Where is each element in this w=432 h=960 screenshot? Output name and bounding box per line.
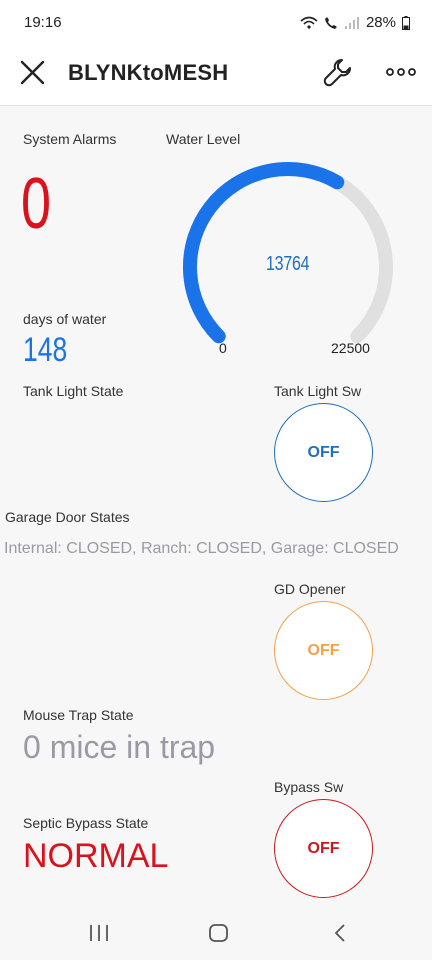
mouse-trap-state-label: Mouse Trap State bbox=[23, 707, 134, 723]
home-icon bbox=[209, 924, 228, 942]
gd-opener-label: GD Opener bbox=[274, 581, 346, 597]
garage-door-states-label: Garage Door States bbox=[5, 509, 130, 525]
mouse-trap-state-value: 0 mice in trap bbox=[23, 729, 216, 765]
more-options-button[interactable] bbox=[384, 60, 418, 84]
gauge-min-label: 0 bbox=[219, 340, 227, 356]
wrench-icon bbox=[323, 59, 351, 87]
gd-opener-button[interactable]: OFF bbox=[274, 601, 373, 700]
status-bar: 19:16 28% bbox=[0, 0, 432, 48]
recent-apps-icon bbox=[90, 925, 108, 941]
system-alarms-label: System Alarms bbox=[23, 131, 117, 147]
call-icon bbox=[324, 16, 338, 30]
dashboard: System Alarms 0 Water Level 13764 0 2250… bbox=[0, 107, 432, 905]
bypass-switch-label: Bypass Sw bbox=[274, 779, 344, 795]
water-level-label: Water Level bbox=[166, 131, 241, 147]
days-of-water-value: 148 bbox=[23, 331, 68, 369]
wifi-icon bbox=[300, 16, 318, 30]
gauge-max-label: 22500 bbox=[331, 340, 370, 356]
septic-bypass-state-label: Septic Bypass State bbox=[23, 815, 149, 831]
gauge-fill bbox=[183, 162, 345, 344]
tank-light-switch-button[interactable]: OFF bbox=[274, 403, 373, 502]
septic-bypass-state-value: NORMAL bbox=[23, 837, 169, 875]
status-time: 19:16 bbox=[24, 14, 62, 31]
battery-text: 28% bbox=[365, 14, 396, 31]
system-alarms-value: 0 bbox=[21, 164, 52, 244]
garage-door-states-value: Internal: CLOSED, Ranch: CLOSED, Garage:… bbox=[4, 540, 399, 557]
settings-button[interactable] bbox=[322, 56, 354, 88]
page-title: BLYNKtoMESH bbox=[68, 60, 229, 85]
navigation-bar bbox=[0, 905, 432, 960]
bypass-switch-button[interactable]: OFF bbox=[274, 799, 373, 898]
close-button[interactable] bbox=[18, 58, 48, 88]
app-bar: BLYNKtoMESH bbox=[0, 48, 432, 106]
close-icon bbox=[20, 60, 45, 85]
more-icon bbox=[386, 68, 416, 76]
tank-light-state-label: Tank Light State bbox=[23, 383, 124, 399]
back-icon bbox=[334, 924, 345, 942]
home-button[interactable] bbox=[206, 921, 232, 945]
tank-light-switch-label: Tank Light Sw bbox=[274, 383, 362, 399]
battery-icon bbox=[402, 15, 410, 30]
days-of-water-label: days of water bbox=[23, 311, 107, 327]
status-icons: 28% bbox=[300, 14, 410, 31]
water-level-value: 13764 bbox=[266, 253, 310, 275]
signal-icon bbox=[344, 16, 360, 30]
recent-apps-button[interactable] bbox=[86, 921, 112, 945]
back-button[interactable] bbox=[328, 921, 354, 945]
